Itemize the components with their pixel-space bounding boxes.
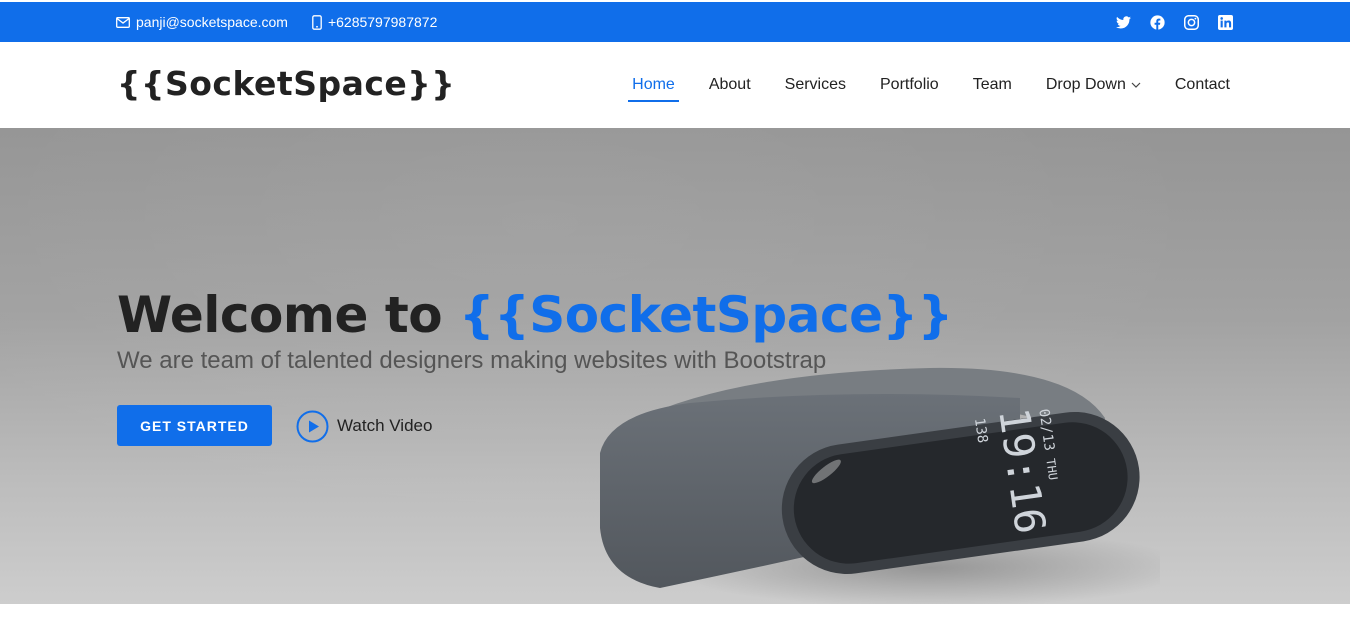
site-logo[interactable]: {{SocketSpace}}	[117, 64, 455, 103]
hero-subtitle: We are team of talented designers making…	[117, 347, 827, 374]
watch-day: THU	[1043, 458, 1060, 481]
get-started-button[interactable]: GET STARTED	[117, 405, 272, 446]
nav-services-label: Services	[784, 76, 846, 93]
hero-section: 19:16 02/13 THU 138 Welcome to {{SocketS…	[0, 128, 1350, 604]
linkedin-icon[interactable]	[1216, 13, 1234, 31]
hero-title-brand: {{SocketSpace}}	[459, 286, 953, 344]
nav-contact[interactable]: Contact	[1175, 70, 1230, 100]
site-header: {{SocketSpace}} Home About Services Port…	[0, 42, 1350, 128]
nav-about-label: About	[708, 76, 751, 93]
email-contact[interactable]: panji@socketspace.com	[116, 14, 288, 30]
nav-contact-label: Contact	[1174, 76, 1230, 93]
contact-info: panji@socketspace.com +6285797987872	[116, 2, 461, 42]
nav-home-label: Home	[632, 76, 675, 93]
nav-team[interactable]: Team	[973, 70, 1012, 100]
hero-title-prefix: Welcome to	[117, 286, 459, 344]
social-links	[1098, 2, 1234, 42]
envelope-icon	[116, 16, 130, 28]
nav-portfolio[interactable]: Portfolio	[880, 70, 939, 100]
email-text[interactable]: panji@socketspace.com	[136, 14, 288, 30]
nav-team-label: Team	[972, 76, 1012, 93]
nav-about[interactable]: About	[709, 70, 751, 100]
smartwatch-image: 19:16 02/13 THU 138	[600, 367, 1160, 604]
twitter-icon[interactable]	[1114, 13, 1132, 31]
phone-icon	[312, 14, 322, 30]
instagram-icon[interactable]	[1182, 13, 1200, 31]
phone-contact[interactable]: +6285797987872	[312, 14, 437, 30]
nav-home[interactable]: Home	[628, 70, 679, 102]
page-bottom	[0, 604, 1350, 637]
nav-dropdown[interactable]: Drop Down	[1046, 70, 1141, 100]
chevron-down-icon	[1131, 82, 1141, 88]
phone-text[interactable]: +6285797987872	[328, 14, 437, 30]
watch-video-link[interactable]: Watch Video	[296, 409, 432, 443]
nav-services[interactable]: Services	[785, 70, 846, 100]
hero-title: Welcome to {{SocketSpace}}	[117, 286, 953, 344]
nav-dropdown-label: Drop Down	[1045, 76, 1126, 93]
nav-portfolio-label: Portfolio	[880, 76, 939, 93]
main-nav: Home About Services Portfolio Team Drop …	[598, 42, 1230, 128]
watch-video-label[interactable]: Watch Video	[337, 416, 432, 436]
facebook-icon[interactable]	[1148, 13, 1166, 31]
top-bar: panji@socketspace.com +6285797987872	[0, 2, 1350, 42]
play-circle-icon[interactable]	[296, 410, 329, 443]
